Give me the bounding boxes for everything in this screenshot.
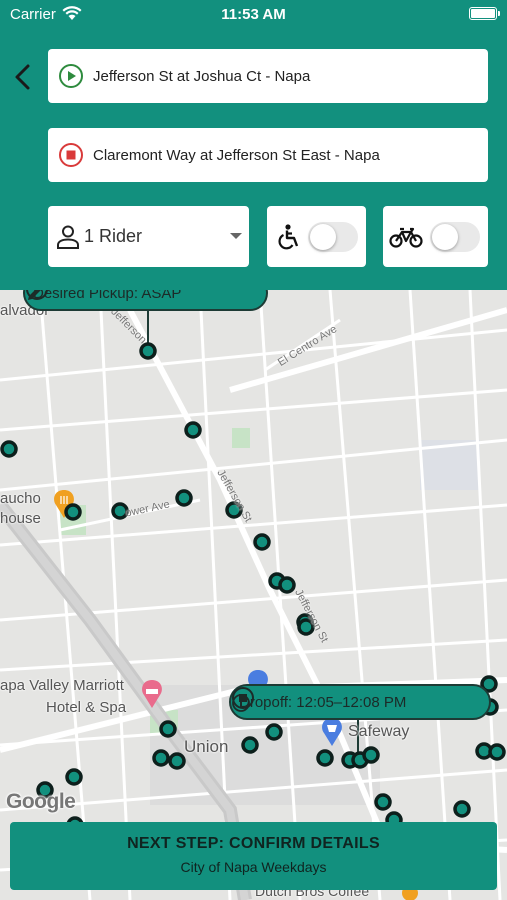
pickup-callout-text: Desired Pickup: ASAP <box>33 290 182 302</box>
destination-field[interactable]: Claremont Way at Jefferson St East - Nap… <box>48 128 488 182</box>
stop-marker <box>265 723 283 741</box>
bike-toggle[interactable] <box>430 222 480 252</box>
bicycle-icon <box>389 227 423 248</box>
stop-marker <box>453 800 471 818</box>
status-bar: Carrier 11:53 AM <box>0 0 507 28</box>
stop-marker <box>65 768 83 786</box>
wheelchair-toggle[interactable] <box>308 222 358 252</box>
next-step-title: NEXT STEP: CONFIRM DETAILS <box>127 835 380 852</box>
stop-marker <box>0 440 18 458</box>
info-icon[interactable] <box>231 693 251 713</box>
rider-count-label: 1 Rider <box>84 226 143 246</box>
person-icon <box>57 225 79 249</box>
dropoff-callout-text: Dropoff: 12:05–12:08 PM <box>239 693 407 711</box>
origin-field[interactable]: Jefferson St at Joshua Ct - Napa <box>48 49 488 103</box>
wheelchair-icon <box>278 224 299 250</box>
wheelchair-option <box>267 206 366 267</box>
next-step-button[interactable]: NEXT STEP: CONFIRM DETAILS City of Napa … <box>10 822 497 890</box>
stop-marker <box>316 749 334 767</box>
stop-marker <box>253 533 271 551</box>
origin-play-icon <box>59 64 83 88</box>
stop-marker <box>184 421 202 439</box>
map-label-house: house <box>0 510 41 527</box>
stop-marker <box>374 793 392 811</box>
map-label-safeway: Safeway <box>348 723 410 740</box>
map-canvas <box>0 290 507 900</box>
chevron-down-icon <box>230 233 242 239</box>
stop-marker <box>64 503 82 521</box>
stop-marker <box>175 489 193 507</box>
map-label-union: Union <box>184 737 229 756</box>
bike-option <box>383 206 488 267</box>
dropoff-callout[interactable]: Dropoff: 12:05–12:08 PM <box>229 684 491 720</box>
stop-marker <box>488 743 506 761</box>
pencil-icon[interactable] <box>25 290 45 303</box>
stop-marker <box>278 576 296 594</box>
back-arrow-icon[interactable] <box>10 62 36 92</box>
pickup-callout[interactable]: Desired Pickup: ASAP <box>23 290 268 311</box>
stop-marker <box>362 746 380 764</box>
clock: 11:53 AM <box>221 6 286 23</box>
destination-text: Claremont Way at Jefferson St East - Nap… <box>93 146 380 164</box>
rider-count-select[interactable]: 1 Rider <box>48 206 249 267</box>
destination-stop-icon <box>59 143 83 167</box>
map-label-gaucho: aucho <box>0 490 41 507</box>
stop-marker <box>139 342 157 360</box>
stop-marker <box>168 752 186 770</box>
map-label-hotel-spa: Hotel & Spa <box>46 699 127 716</box>
origin-text: Jefferson St at Joshua Ct - Napa <box>93 67 311 85</box>
stop-marker <box>241 736 259 754</box>
stop-marker <box>152 749 170 767</box>
stop-marker <box>159 720 177 738</box>
trip-header: Carrier 11:53 AM Jefferson St at Joshua … <box>0 0 507 290</box>
battery-icon <box>469 7 500 20</box>
google-logo: Google <box>6 790 76 813</box>
route-map[interactable]: alvador aucho house apa Valley Marriott … <box>0 290 507 900</box>
next-step-subtitle: City of Napa Weekdays <box>180 859 327 875</box>
map-label-marriott: apa Valley Marriott <box>0 677 124 694</box>
